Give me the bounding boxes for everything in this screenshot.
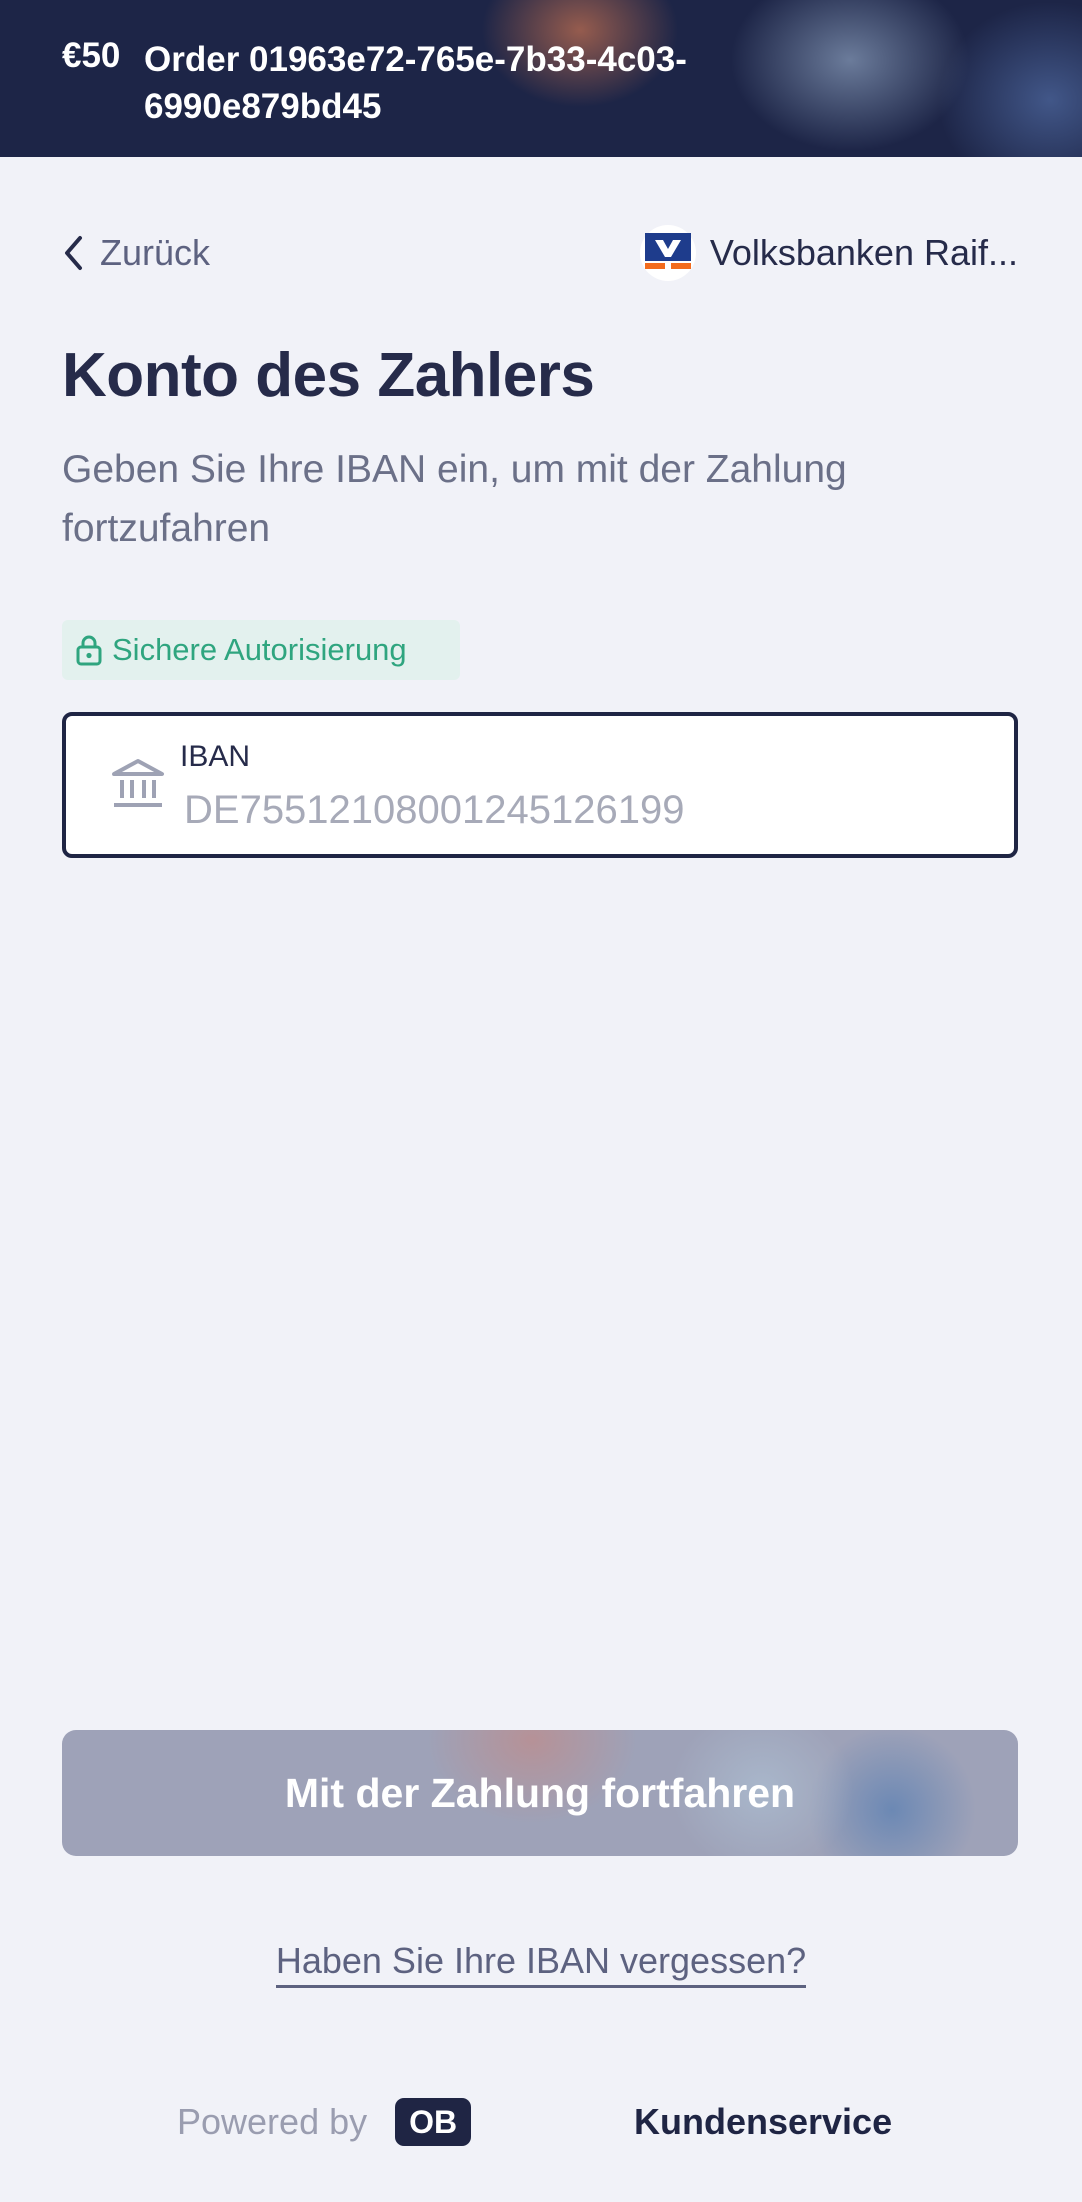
- secure-badge-label: Sichere Autorisierung: [112, 632, 407, 667]
- bank-name: Volksbanken Raif...: [709, 232, 1018, 273]
- lock-icon: [76, 635, 102, 666]
- page-subtitle: Geben Sie Ihre IBAN ein, um mit der Zahl…: [62, 448, 847, 550]
- continue-button-label: Mit der Zahlung fortfahren: [284, 1769, 796, 1816]
- iban-field[interactable]: IBAN: [62, 712, 1018, 858]
- volksbank-logo: [639, 225, 696, 281]
- forgot-iban-label: Haben Sie Ihre IBAN vergessen?: [275, 1940, 807, 1988]
- iban-label: IBAN: [180, 740, 251, 773]
- ob-logo: OB: [395, 2098, 472, 2146]
- continue-payment-button[interactable]: Mit der Zahlung fortfahren: [62, 1730, 1018, 1856]
- secure-authorization-badge: Sichere Autorisierung: [62, 620, 460, 680]
- order-id: Order 01963e72-765e-7b33-4c03-6990e879bd…: [144, 40, 687, 126]
- order-banner: €50 Order 01963e72-765e-7b33-4c03-6990e8…: [0, 0, 1082, 157]
- iban-input[interactable]: [184, 782, 944, 838]
- selected-bank: Volksbanken Raif...: [639, 222, 1018, 284]
- back-label: Zurück: [100, 232, 211, 273]
- page-title: Konto des Zahlers: [62, 341, 595, 410]
- back-button[interactable]: Zurück: [62, 228, 210, 278]
- bank-icon: [112, 759, 164, 807]
- powered-by: Powered by OB: [177, 2098, 472, 2146]
- customer-service-link[interactable]: Kundenservice: [634, 2098, 892, 2146]
- chevron-left-icon: [65, 236, 82, 270]
- powered-by-label: Powered by: [177, 2101, 368, 2142]
- forgot-iban-link[interactable]: Haben Sie Ihre IBAN vergessen?: [0, 1940, 1082, 1988]
- order-amount: €50: [62, 36, 121, 75]
